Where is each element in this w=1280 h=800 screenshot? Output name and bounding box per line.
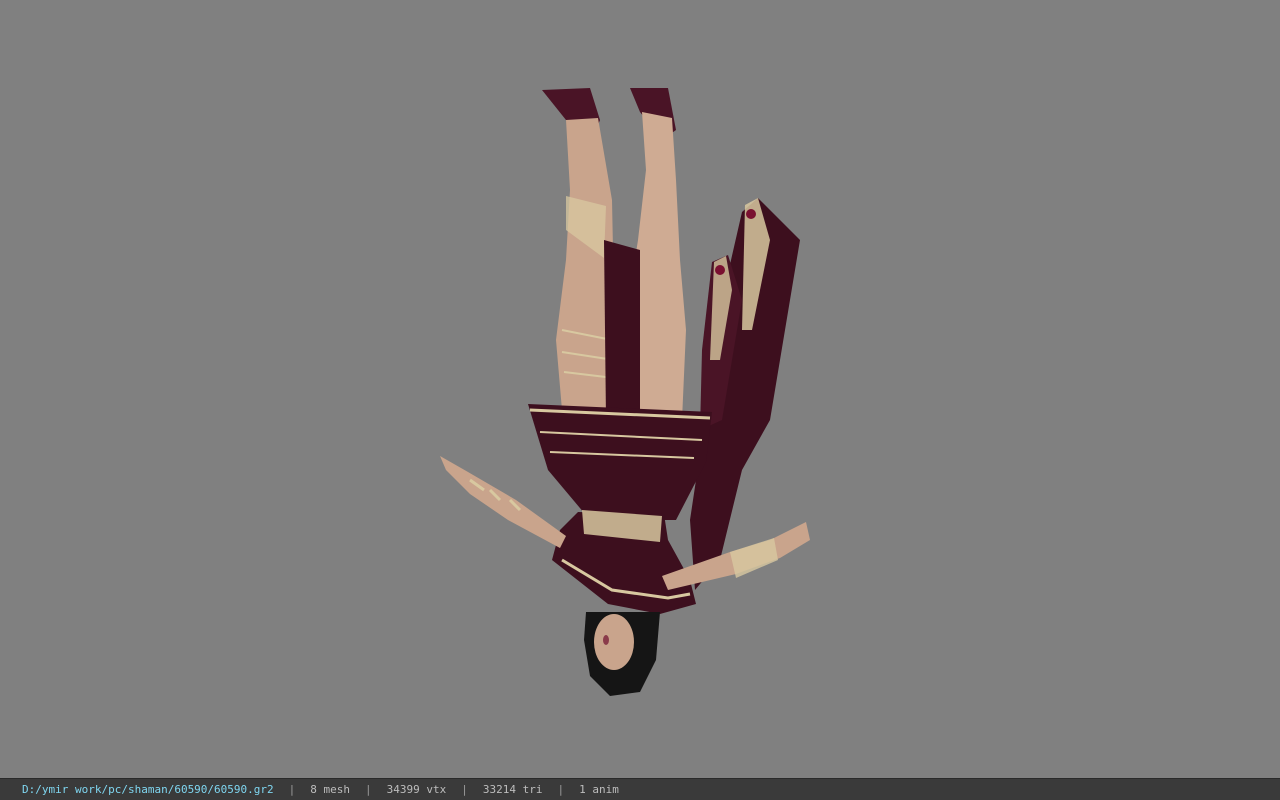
file-path: D:/ymir work/pc/shaman/60590/60590.gr2 <box>22 783 274 796</box>
separator: | <box>461 783 468 796</box>
mesh-count: 8 mesh <box>310 783 351 796</box>
torso <box>552 510 696 614</box>
status-bar: D:/ymir work/pc/shaman/60590/60590.gr2 |… <box>0 778 1280 800</box>
head <box>584 612 660 696</box>
separator: | <box>365 783 372 796</box>
separator: | <box>288 783 296 796</box>
cape <box>690 198 800 590</box>
anim-count: 1 anim <box>579 783 619 796</box>
skirt-back <box>604 240 640 420</box>
triangle-count: 33214 tri <box>482 783 543 796</box>
3d-viewport[interactable] <box>0 0 1280 778</box>
skirt <box>528 404 712 520</box>
character-model[interactable] <box>0 0 1280 778</box>
vertex-count: 34399 vtx <box>386 783 447 796</box>
separator: | <box>557 783 565 796</box>
